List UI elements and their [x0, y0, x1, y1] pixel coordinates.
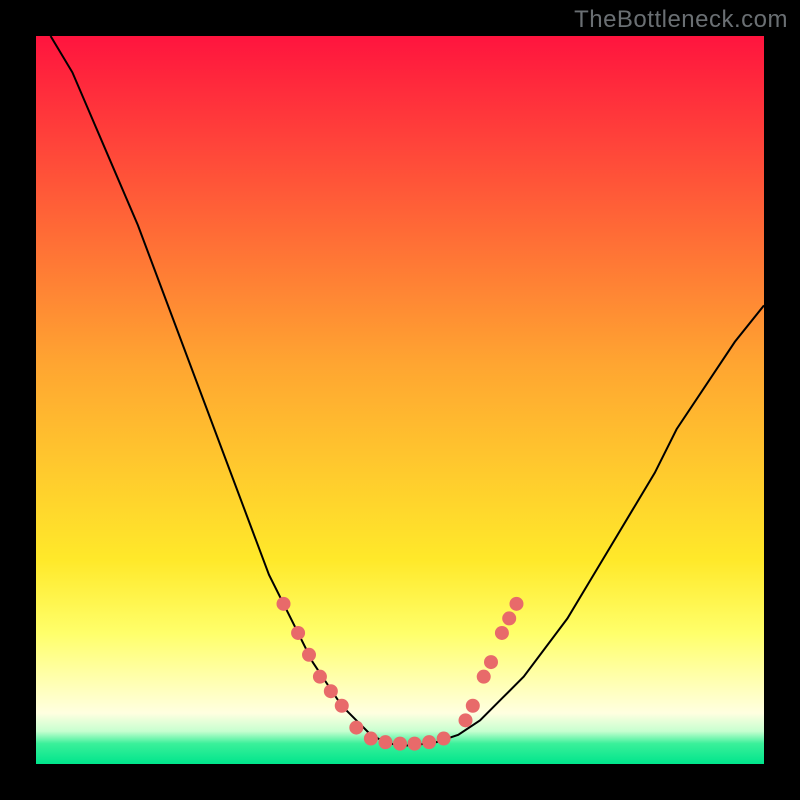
- curve-marker: [378, 735, 392, 749]
- curve-marker: [408, 737, 422, 751]
- curve-marker: [277, 597, 291, 611]
- watermark-text: TheBottleneck.com: [574, 6, 788, 34]
- curve-marker: [509, 597, 523, 611]
- chart-frame: TheBottleneck.com: [0, 0, 800, 800]
- chart-svg: [36, 36, 764, 764]
- curve-marker: [364, 732, 378, 746]
- curve-marker: [502, 611, 516, 625]
- curve-marker: [484, 655, 498, 669]
- curve-marker: [349, 721, 363, 735]
- curve-marker: [324, 684, 338, 698]
- curve-marker: [302, 648, 316, 662]
- curve-marker: [477, 670, 491, 684]
- curve-marker: [495, 626, 509, 640]
- plot-area: [36, 36, 764, 764]
- curve-marker: [459, 713, 473, 727]
- curve-marker: [422, 735, 436, 749]
- curve-marker: [291, 626, 305, 640]
- gradient-background: [36, 36, 764, 764]
- curve-marker: [437, 732, 451, 746]
- curve-marker: [393, 737, 407, 751]
- curve-marker: [335, 699, 349, 713]
- curve-marker: [313, 670, 327, 684]
- curve-marker: [466, 699, 480, 713]
